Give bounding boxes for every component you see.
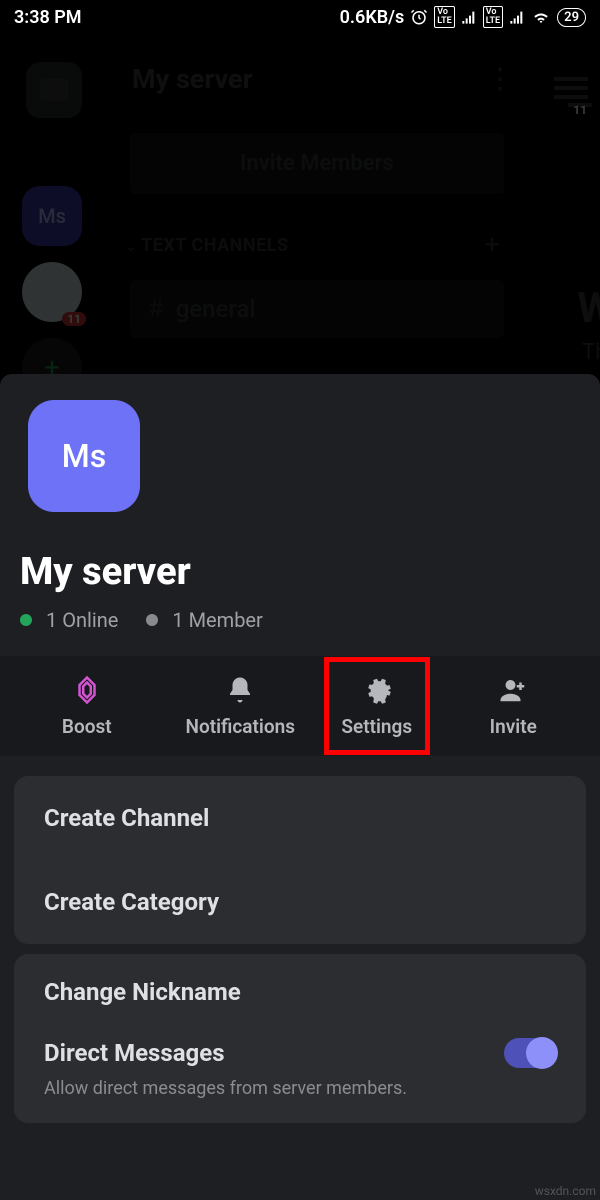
invite-members-button[interactable]: Invite Members (130, 133, 504, 194)
add-server-icon[interactable]: + (22, 338, 82, 374)
signal-icon-2 (509, 9, 525, 25)
server-menu-sheet: Ms My server 1 Online 1 Member Boost Not… (0, 374, 600, 1200)
status-bar: 3:38 PM 0.6KB/s VoLTE VoLTE 29 (0, 0, 600, 34)
more-icon[interactable]: ⋮ (486, 62, 512, 95)
boost-gem-icon (72, 675, 102, 705)
change-nickname-button[interactable]: Change Nickname (14, 954, 586, 1018)
direct-messages-label: Direct Messages (44, 1039, 225, 1067)
lte-badge-1: VoLTE (434, 6, 454, 28)
this-fragment: This (582, 340, 600, 365)
online-dot-icon (20, 614, 32, 626)
server-badge: 11 (62, 312, 86, 326)
invite-button[interactable]: Invite (443, 662, 583, 750)
settings-highlight: Settings (324, 657, 430, 755)
member-count: 1 Member (172, 608, 262, 632)
server-ms-icon[interactable]: Ms (22, 186, 82, 246)
channel-label: general (176, 295, 256, 323)
sheet-server-icon: Ms (28, 400, 140, 512)
battery-level: 29 (557, 8, 586, 27)
wifi-icon (531, 8, 551, 26)
lte-badge-2: VoLTE (483, 6, 503, 28)
alarm-icon (410, 8, 428, 26)
action-row: Boost Notifications Settings Invite (0, 656, 600, 756)
options-group-2: Change Nickname Direct Messages Allow di… (14, 954, 586, 1123)
channel-general[interactable]: # general (130, 280, 504, 338)
person-add-icon (498, 675, 528, 705)
menu-badge: 11 (568, 103, 592, 107)
status-time: 3:38 PM (14, 7, 82, 28)
settings-button[interactable]: Settings (329, 662, 425, 750)
notifications-button[interactable]: Notifications (170, 662, 310, 750)
sheet-status-row: 1 Online 1 Member (20, 608, 263, 632)
watermark: wsxdn.com (535, 1184, 596, 1198)
gear-icon (362, 675, 392, 705)
member-dot-icon (146, 614, 158, 626)
create-category-button[interactable]: Create Category (14, 860, 586, 944)
dm-toggle[interactable] (504, 1038, 556, 1068)
bg-server-title: My server (132, 63, 253, 95)
sheet-server-title: My server (20, 550, 191, 594)
text-channels-header[interactable]: ⌄ TEXT CHANNELS (126, 235, 289, 256)
server-avatar-icon[interactable]: 11 (22, 262, 82, 322)
dm-icon[interactable] (26, 62, 82, 118)
dimmed-background: Ms 11 + My server ⋮ Invite Members ⌄ TEX… (0, 34, 600, 374)
boost-button[interactable]: Boost (17, 662, 157, 750)
welcome-fragment: We (577, 284, 600, 333)
add-channel-icon[interactable]: + (485, 230, 500, 260)
signal-icon-1 (461, 9, 477, 25)
status-speed: 0.6KB/s (340, 7, 405, 28)
bell-icon (225, 675, 255, 705)
create-channel-button[interactable]: Create Channel (14, 776, 586, 860)
direct-messages-subtitle: Allow direct messages from server member… (14, 1074, 586, 1123)
online-count: 1 Online (46, 608, 118, 632)
options-group-1: Create Channel Create Category (14, 776, 586, 944)
status-right: 0.6KB/s VoLTE VoLTE 29 (340, 6, 586, 28)
menu-icon[interactable]: 11 (554, 72, 588, 104)
hash-icon: # (148, 294, 164, 324)
